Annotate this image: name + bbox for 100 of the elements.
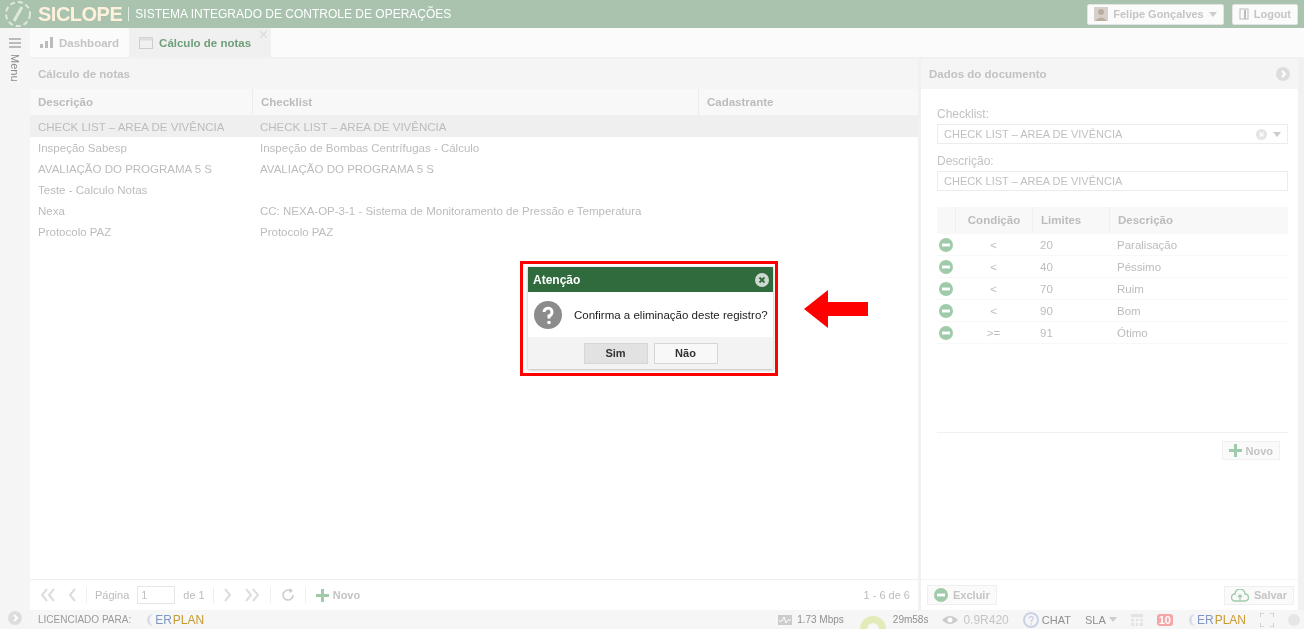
table-row[interactable]: Nexa CC: NEXA-OP-3-1 - Sistema de Monitoramento de Pressão e Temperatura [30,200,918,221]
table-cell: Péssimo [1117,260,1162,273]
checklist-select[interactable]: CHECK LIST – AREA DE VIVÊNCIA [937,124,1288,144]
table-cell: AVALIAÇÃO DO PROGRAMA 5 S [38,162,213,175]
page-count: de 1 [183,589,205,601]
table-cell: 91 [1040,326,1053,339]
minus-circle-icon [934,588,948,602]
sla-dropdown[interactable]: SLA [1084,613,1117,626]
fullscreen-icon [1260,612,1274,627]
caret-icon [1208,11,1217,17]
table-cell: < [990,282,997,295]
table-cell: AVALIAÇÃO DO PROGRAMA 5 S [260,162,435,175]
gauge-logo-icon [4,0,32,28]
cloud-upload-icon [1230,588,1249,602]
table-cell: 70 [1040,282,1053,295]
window-icon [139,36,154,49]
menu-icon [9,38,21,48]
minus-circle-icon [939,237,953,252]
next-page-button[interactable] [221,586,234,604]
minus-circle-icon [939,281,953,296]
app-name: SICLOPE [38,2,123,26]
table-cell: Inspeção de Bombas Centrífugas - Cálculo [260,141,480,154]
column-header[interactable]: Checklist [252,89,698,115]
last-page-icon [243,588,260,602]
crescent-icon [1186,612,1196,627]
remove-button[interactable] [939,325,953,340]
expand-icon [8,611,22,625]
table-cell: Bom [1117,304,1141,317]
pulse-icon [778,614,793,625]
dialog-message: Confirma a eliminação deste registro? [574,308,768,321]
menu-label[interactable]: Menu [9,54,21,82]
caret-icon [1273,131,1281,137]
minus-circle-icon [939,303,953,318]
remove-button[interactable] [939,237,953,252]
close-button[interactable] [755,272,769,287]
notification-badge[interactable]: 10 [1156,613,1173,626]
plus-icon [315,588,329,602]
refresh-icon [280,588,295,602]
previous-page-icon [68,588,76,602]
column-header[interactable]: Descrição [30,89,252,115]
remove-button[interactable] [939,259,953,274]
chat-button[interactable]: CHAT [1022,611,1071,628]
first-page-button[interactable] [38,586,58,604]
dialog-title: Atenção [533,272,581,287]
column-header[interactable]: Cadastrante [698,89,918,115]
minus-circle-icon [939,259,953,274]
table-cell: < [990,260,997,273]
table-cell: 90 [1040,304,1053,317]
table-cell: 20 [1040,238,1053,251]
door-icon [1238,8,1249,20]
table-cell: < [990,238,997,251]
record-range: 1 - 6 de 6 [863,589,910,601]
field-label: Descrição: [937,154,995,168]
minus-circle-icon [939,325,953,340]
plus-icon [1228,444,1242,457]
table-cell: Teste - Calculo Notas [38,183,148,196]
session-timer: 29m58s [892,614,929,625]
help-circle-icon [1022,611,1039,628]
crescent-icon [145,612,155,627]
table-cell: Ruim [1117,282,1144,295]
table-cell: Paralisação [1117,238,1178,251]
collapse-icon [1276,67,1290,81]
table-cell: < [990,304,997,317]
app-subtitle: SISTEMA INTEGRADO DE CONTROLE DE OPERAÇÕES [135,7,452,21]
network-speed: 1.73 Mbps [797,614,844,625]
dialog-button[interactable]: Sim [583,342,648,364]
dialog-button[interactable]: Não [653,342,718,364]
new-button[interactable]: Novo [313,586,363,604]
bar-chart-icon [40,37,53,48]
erplan-logo: ERPLAN [1186,612,1246,627]
column-header[interactable]: Limites [1041,214,1082,226]
user-avatar-icon [1094,7,1109,21]
column-header[interactable]: Condição [967,214,1021,226]
table-row[interactable]: AVALIAÇÃO DO PROGRAMA 5 S AVALIAÇÃO DO PROGRAMA 5 S [30,158,918,179]
remove-button[interactable] [939,303,953,318]
table-cell: 40 [1040,260,1053,273]
page-input[interactable]: 1 [137,586,176,604]
table-cell: Nexa [38,204,65,217]
table-cell: Inspeção Sabesp [38,141,127,154]
column-header[interactable]: Descrição [1118,214,1173,226]
table-cell: >= [986,326,1001,339]
arrow-icon [804,290,868,328]
question-icon [534,300,562,329]
eye-icon [942,614,959,625]
previous-page-button[interactable] [66,586,78,604]
table-cell: Ótimo [1117,326,1148,339]
first-page-icon [40,588,56,602]
page-label: Página [95,589,130,601]
table-row[interactable]: Protocolo PAZ Protocolo PAZ [30,221,918,242]
close-icon [755,272,769,287]
remove-button[interactable] [939,281,953,296]
license-label: LICENCIADO PARA: [38,614,132,625]
table-cell: Protocolo PAZ [260,225,334,238]
table-row[interactable]: Teste - Calculo Notas [30,179,918,200]
description-input[interactable]: CHECK LIST – AREA DE VIVÊNCIA [937,171,1288,191]
tab[interactable]: Cálculo de notas [129,28,272,57]
table-cell: CC: NEXA-OP-3-1 - Sistema de Monitoramento de Pressão e Temperatura [260,204,642,217]
clear-icon [1256,128,1267,140]
table-row[interactable]: Inspeção Sabesp Inspeção de Bombas Centrífugas - Cálculo [30,137,918,158]
next-page-icon [223,588,232,602]
